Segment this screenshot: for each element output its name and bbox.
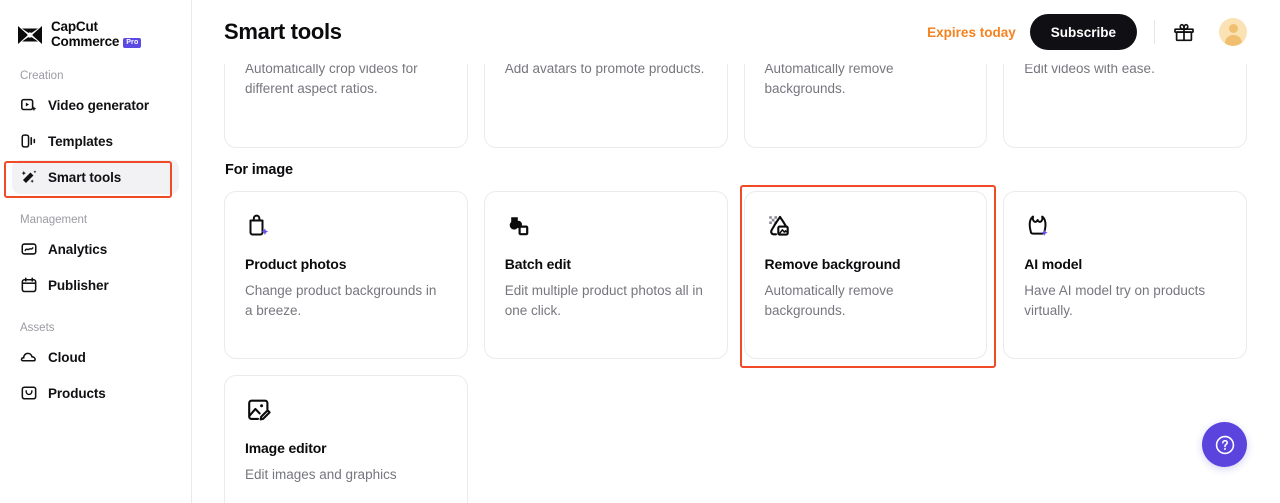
sidebar-item-publisher[interactable]: Publisher [12, 268, 179, 302]
topbar-actions: Expires today Subscribe [927, 14, 1247, 50]
logo-line-1: CapCut [51, 20, 141, 35]
card-title: Image editor [245, 440, 447, 456]
card-description: Change product backgrounds in a breeze. [245, 281, 447, 321]
for-video-cards-row-clipped: Automatically crop videos for different … [224, 52, 1247, 148]
card-title: Batch edit [505, 256, 707, 272]
sidebar-item-label: Products [48, 386, 106, 401]
product-photos-bag-sparkle-icon [245, 212, 273, 240]
card-description: Automatically remove backgrounds. [765, 281, 967, 321]
video-generator-icon [20, 96, 38, 114]
sidebar-item-cloud[interactable]: Cloud [12, 340, 179, 374]
topbar-divider [1154, 20, 1155, 44]
sidebar-item-products[interactable]: Products [12, 376, 179, 410]
tool-card-image-editor[interactable]: Image editor Edit images and graphics [224, 375, 468, 503]
card-grid-last: Image editor Edit images and graphics [224, 375, 1247, 503]
card-grid-clipped: Automatically crop videos for different … [224, 52, 1247, 148]
sidebar-group-assets: Assets Cloud Products [12, 322, 179, 410]
products-box-icon [20, 384, 38, 402]
avatar-body [1225, 35, 1242, 46]
analytics-icon [20, 240, 38, 258]
logo-line-2: Commerce [51, 35, 119, 50]
sidebar-item-video-generator[interactable]: Video generator [12, 88, 179, 122]
card-description: Have AI model try on products virtually. [1024, 281, 1226, 321]
tool-card-ai-model[interactable]: AI model Have AI model try on products v… [1003, 191, 1247, 359]
tool-card[interactable]: Add avatars to promote products. [484, 52, 728, 148]
image-editor-pencil-icon [245, 396, 273, 424]
publisher-calendar-icon [20, 276, 38, 294]
app-root: CapCut Commerce Pro Creation Video gener… [0, 0, 1280, 503]
card-title: Remove background [765, 256, 967, 272]
pro-badge: Pro [123, 38, 141, 48]
smart-tools-icon [20, 168, 38, 186]
tools-scroll-area[interactable]: Automatically crop videos for different … [192, 52, 1280, 503]
tool-card-remove-background[interactable]: Remove background Automatically remove b… [744, 191, 988, 359]
card-description: Edit images and graphics [245, 465, 447, 485]
app-logo[interactable]: CapCut Commerce Pro [12, 0, 179, 54]
avatar-head [1229, 24, 1238, 33]
sidebar-item-label: Smart tools [48, 170, 121, 185]
main-content: Smart tools Expires today Subscribe [192, 0, 1280, 503]
ai-model-shirt-sparkle-icon [1024, 212, 1052, 240]
card-description: Edit multiple product photos all in one … [505, 281, 707, 321]
tool-card[interactable]: Edit videos with ease. [1003, 52, 1247, 148]
sidebar: CapCut Commerce Pro Creation Video gener… [0, 0, 192, 503]
sidebar-item-analytics[interactable]: Analytics [12, 232, 179, 266]
subscribe-button[interactable]: Subscribe [1030, 14, 1137, 50]
sidebar-item-label: Publisher [48, 278, 109, 293]
tool-card-product-photos[interactable]: Product photos Change product background… [224, 191, 468, 359]
sidebar-item-templates[interactable]: Templates [12, 124, 179, 158]
gift-icon[interactable] [1172, 20, 1196, 44]
remove-background-icon [765, 212, 793, 240]
help-button[interactable] [1202, 422, 1247, 467]
cloud-icon [20, 348, 38, 366]
card-title: AI model [1024, 256, 1226, 272]
sidebar-group-creation: Creation Video generator Templates [12, 70, 179, 194]
tool-card[interactable]: Automatically crop videos for different … [224, 52, 468, 148]
batch-edit-squares-icon [505, 212, 533, 240]
sidebar-group-label-creation: Creation [12, 70, 179, 82]
sidebar-group-management: Management Analytics Publisher [12, 214, 179, 302]
tool-card-batch-edit[interactable]: Batch edit Edit multiple product photos … [484, 191, 728, 359]
card-grid-for-image: Product photos Change product background… [224, 191, 1247, 359]
avatar[interactable] [1219, 18, 1247, 46]
sidebar-item-label: Cloud [48, 350, 86, 365]
sidebar-group-label-assets: Assets [12, 322, 179, 334]
tool-card[interactable]: Automatically remove backgrounds. [744, 52, 988, 148]
templates-icon [20, 132, 38, 150]
sidebar-item-label: Analytics [48, 242, 107, 257]
card-title: Product photos [245, 256, 447, 272]
last-cards-row: Image editor Edit images and graphics [224, 375, 1247, 503]
capcut-logo-icon [16, 24, 44, 46]
question-mark-circle-icon [1214, 434, 1236, 456]
sidebar-group-label-management: Management [12, 214, 179, 226]
section-title-for-image: For image [225, 162, 1247, 178]
sidebar-item-label: Templates [48, 134, 113, 149]
top-bar: Smart tools Expires today Subscribe [192, 0, 1280, 64]
sidebar-item-label: Video generator [48, 98, 149, 113]
expires-label: Expires today [927, 25, 1016, 40]
page-title: Smart tools [224, 19, 342, 45]
sidebar-item-smart-tools[interactable]: Smart tools [12, 160, 179, 194]
